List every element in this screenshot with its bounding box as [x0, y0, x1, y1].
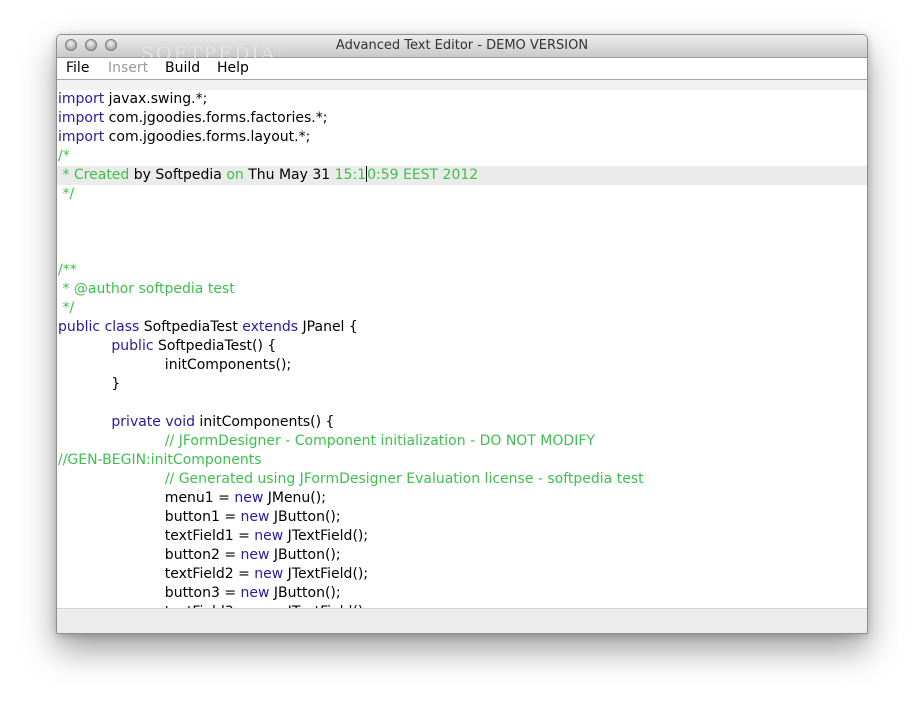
- menu-insert[interactable]: Insert: [108, 60, 148, 76]
- window-title: Advanced Text Editor - DEMO VERSION: [335, 38, 589, 53]
- code-line[interactable]: /**: [58, 261, 644, 280]
- code-editor[interactable]: import javax.swing.*; import com.jgoodies…: [57, 90, 867, 608]
- code-keyword: new: [234, 490, 264, 506]
- menu-file[interactable]: File: [66, 60, 89, 76]
- code-comment: // Generated using JFormDesigner Evaluat…: [164, 471, 644, 487]
- menu-separator: [57, 80, 867, 90]
- code-line[interactable]: */: [58, 185, 644, 204]
- code-line[interactable]: public class SoftpediaTest extends JPane…: [58, 318, 644, 337]
- code-token: initComponents();: [58, 357, 292, 373]
- code-token: com.jgoodies.forms.layout.*;: [104, 129, 311, 145]
- code-token: button2 =: [58, 547, 241, 563]
- code-line[interactable]: textField1 = new JTextField();: [58, 527, 644, 546]
- code-comment: * Created: [58, 167, 134, 183]
- code-comment: // JFormDesigner - Component initializat…: [164, 433, 595, 449]
- code-comment: */: [58, 300, 75, 316]
- code-comment: on: [226, 167, 249, 183]
- code-keyword: new: [240, 585, 270, 601]
- code-token: initComponents() {: [194, 414, 335, 430]
- code-line[interactable]: import com.jgoodies.forms.layout.*;: [58, 128, 644, 147]
- code-token: com.jgoodies.forms.factories.*;: [104, 110, 328, 126]
- code-text[interactable]: import javax.swing.*; import com.jgoodies…: [58, 90, 644, 608]
- code-token: Thu May 31: [248, 167, 335, 183]
- code-keyword: import: [58, 91, 105, 107]
- code-keyword: new: [254, 528, 284, 544]
- code-line[interactable]: /*: [58, 147, 644, 166]
- code-token: textField1 =: [58, 528, 255, 544]
- code-keyword: new: [254, 566, 284, 582]
- code-token: JButton();: [269, 509, 341, 525]
- code-line[interactable]: * Created by Softpedia on Thu May 31 15:…: [58, 166, 644, 185]
- code-token: textField2 =: [58, 566, 255, 582]
- code-comment: /*: [58, 148, 70, 164]
- code-comment: //GEN-BEGIN:initComponents: [58, 452, 262, 468]
- code-line[interactable]: import javax.swing.*;: [58, 90, 644, 109]
- code-keyword: new: [240, 547, 270, 563]
- code-line[interactable]: private void initComponents() {: [58, 413, 644, 432]
- code-line[interactable]: import com.jgoodies.forms.factories.*;: [58, 109, 644, 128]
- code-keyword: public: [111, 338, 154, 354]
- code-comment: /**: [58, 262, 77, 278]
- code-line[interactable]: button1 = new JButton();: [58, 508, 644, 527]
- code-token: by Softpedia: [133, 167, 227, 183]
- code-comment: 0:59 EEST 2012: [367, 167, 479, 183]
- code-line[interactable]: menu1 = new JMenu();: [58, 489, 644, 508]
- code-keyword: extends: [242, 319, 299, 335]
- menu-build[interactable]: Build: [165, 60, 200, 76]
- code-line[interactable]: }: [58, 375, 644, 394]
- code-keyword: public class: [58, 319, 140, 335]
- code-line[interactable]: [58, 394, 644, 413]
- status-bar: [57, 608, 867, 633]
- code-token: JTextField();: [283, 566, 369, 582]
- editor-window: Advanced Text Editor - DEMO VERSION SOFT…: [56, 34, 868, 634]
- menu-help[interactable]: Help: [217, 60, 249, 76]
- code-comment: 15:1: [334, 167, 367, 183]
- code-token: javax.swing.*;: [104, 91, 208, 107]
- code-line[interactable]: */: [58, 299, 644, 318]
- code-token: JTextField();: [283, 528, 369, 544]
- code-line[interactable]: * @author softpedia test: [58, 280, 644, 299]
- code-token: JButton();: [269, 547, 341, 563]
- code-token: JButton();: [269, 585, 341, 601]
- code-keyword: new: [240, 509, 270, 525]
- code-keyword: import: [58, 129, 105, 145]
- code-token: button3 =: [58, 585, 241, 601]
- code-line[interactable]: initComponents();: [58, 356, 644, 375]
- code-line[interactable]: [58, 204, 644, 223]
- code-token: button1 =: [58, 509, 241, 525]
- code-line[interactable]: [58, 223, 644, 242]
- code-line[interactable]: // JFormDesigner - Component initializat…: [58, 432, 644, 451]
- code-comment: * @author softpedia test: [58, 281, 235, 297]
- code-line[interactable]: //GEN-BEGIN:initComponents: [58, 451, 644, 470]
- code-comment: */: [58, 186, 75, 202]
- code-token: menu1 =: [58, 490, 235, 506]
- code-line[interactable]: public SoftpediaTest() {: [58, 337, 644, 356]
- code-token: SoftpediaTest() {: [153, 338, 277, 354]
- code-token: }: [58, 376, 121, 392]
- code-line[interactable]: textField2 = new JTextField();: [58, 565, 644, 584]
- code-line[interactable]: button2 = new JButton();: [58, 546, 644, 565]
- code-token: JMenu();: [263, 490, 326, 506]
- code-keyword: import: [58, 110, 105, 126]
- code-token: SoftpediaTest: [139, 319, 243, 335]
- menu-bar: File Insert Build Help: [57, 58, 867, 80]
- code-line[interactable]: // Generated using JFormDesigner Evaluat…: [58, 470, 644, 489]
- code-token: JPanel {: [298, 319, 358, 335]
- code-line[interactable]: [58, 242, 644, 261]
- code-keyword: private void: [111, 414, 195, 430]
- title-bar[interactable]: Advanced Text Editor - DEMO VERSION: [57, 35, 867, 58]
- code-line[interactable]: button3 = new JButton();: [58, 584, 644, 603]
